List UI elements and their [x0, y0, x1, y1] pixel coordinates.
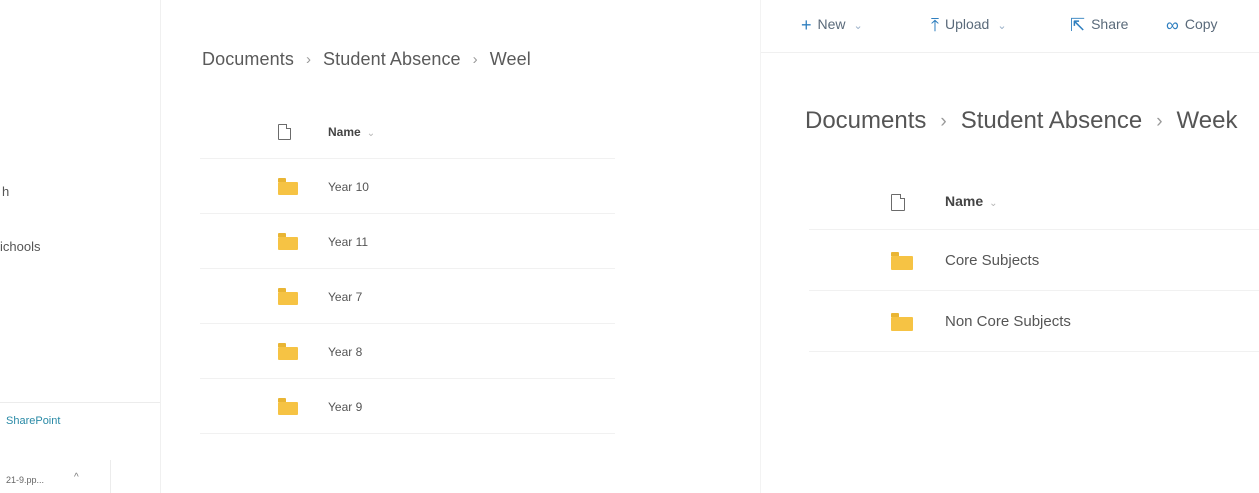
download-item[interactable]: 21-9.pp... ^ [0, 460, 111, 493]
breadcrumb-separator-icon: › [1156, 111, 1163, 132]
column-header-label: Name [328, 125, 361, 139]
folder-icon [278, 233, 298, 250]
folder-icon [891, 313, 913, 331]
download-file-name: 21-9.pp... [6, 475, 45, 485]
column-header-name[interactable]: Name ⌄ [328, 125, 375, 139]
folder-name[interactable]: Year 11 [328, 235, 368, 249]
left-navigation: h ichools SharePoint [0, 0, 161, 493]
folder-icon [891, 252, 913, 270]
folder-name[interactable]: Year 10 [328, 180, 369, 194]
share-button[interactable]: ⇱ Share [1070, 13, 1129, 35]
chevron-down-icon[interactable]: ⌄ [989, 198, 997, 209]
chevron-down-icon: ⌄ [853, 20, 863, 32]
upload-button-label: Upload [944, 16, 990, 32]
folder-name[interactable]: Core Subjects [945, 252, 1039, 269]
nav-divider [0, 402, 160, 403]
folder-name[interactable]: Non Core Subjects [945, 313, 1071, 330]
chevron-down-icon[interactable]: ⌄ [367, 128, 375, 139]
folder-name[interactable]: Year 7 [328, 290, 362, 304]
folder-name[interactable]: Year 8 [328, 345, 362, 359]
folder-icon [278, 288, 298, 305]
breadcrumb-item-documents[interactable]: Documents [805, 107, 926, 134]
folder-name[interactable]: Year 9 [328, 400, 362, 414]
breadcrumb: Documents › Student Absence › Week [805, 107, 1237, 135]
share-button-label: Share [1091, 16, 1129, 32]
list-row[interactable]: Non Core Subjects [809, 291, 1259, 352]
new-button[interactable]: + New ⌄ [801, 13, 863, 35]
column-header-name[interactable]: Name ⌄ [945, 193, 998, 209]
upload-button[interactable]: ⤒ Upload ⌄ [931, 13, 1007, 35]
list-row[interactable]: Year 7 [200, 269, 615, 324]
list-row[interactable]: Year 8 [200, 324, 615, 379]
link-icon: ∞ [1166, 15, 1179, 35]
sharepoint-link[interactable]: SharePoint [6, 415, 60, 427]
chevron-down-icon: ⌄ [997, 20, 1007, 32]
breadcrumb-item-week[interactable]: Week [1177, 107, 1238, 134]
list-row[interactable]: Year 11 [200, 214, 615, 269]
file-type-icon [278, 124, 291, 140]
breadcrumb-separator-icon: › [472, 51, 478, 68]
breadcrumb-item-week[interactable]: Weel [490, 49, 531, 69]
share-icon: ⇱ [1070, 15, 1086, 35]
breadcrumb-item-student-absence[interactable]: Student Absence [323, 49, 461, 69]
folder-icon [278, 343, 298, 360]
new-button-label: New [817, 16, 846, 32]
file-list: Name ⌄ Year 10 Year 11 Year 7 Year 8 Year… [200, 104, 615, 434]
breadcrumb-item-student-absence[interactable]: Student Absence [961, 107, 1142, 134]
copy-link-button[interactable]: ∞ Copy [1166, 13, 1218, 35]
panel-gap [615, 0, 760, 493]
folder-icon [278, 178, 298, 195]
column-header-label: Name [945, 193, 984, 209]
copy-button-label: Copy [1184, 16, 1218, 32]
list-row[interactable]: Year 10 [200, 159, 615, 214]
list-row[interactable]: Year 9 [200, 379, 615, 434]
breadcrumb-item-documents[interactable]: Documents [202, 49, 294, 69]
command-bar: + New ⌄ ⤒ Upload ⌄ ⇱ Share ∞ Copy [761, 0, 1259, 53]
screenshot-composite: h ichools SharePoint 21-9.pp... ^ Docume… [0, 0, 1259, 493]
nav-item[interactable]: ichools [0, 239, 40, 254]
upload-icon: ⤒ [931, 15, 939, 35]
right-panel: + New ⌄ ⤒ Upload ⌄ ⇱ Share ∞ Copy Documents › St… [760, 0, 1259, 493]
breadcrumb: Documents › Student Absence › Weel [202, 49, 531, 70]
list-header: Name ⌄ [200, 104, 615, 159]
nav-item[interactable]: h [2, 184, 9, 199]
file-type-icon [891, 194, 905, 211]
plus-icon: + [801, 15, 812, 35]
folder-icon [278, 398, 298, 415]
list-header: Name ⌄ [809, 170, 1259, 230]
left-panel: h ichools SharePoint 21-9.pp... ^ Docume… [0, 0, 615, 493]
breadcrumb-separator-icon: › [940, 111, 947, 132]
breadcrumb-separator-icon: › [305, 51, 312, 68]
file-list: Name ⌄ Core Subjects Non Core Subjects [809, 170, 1259, 352]
list-row[interactable]: Core Subjects [809, 230, 1259, 291]
chevron-up-icon[interactable]: ^ [74, 472, 79, 483]
